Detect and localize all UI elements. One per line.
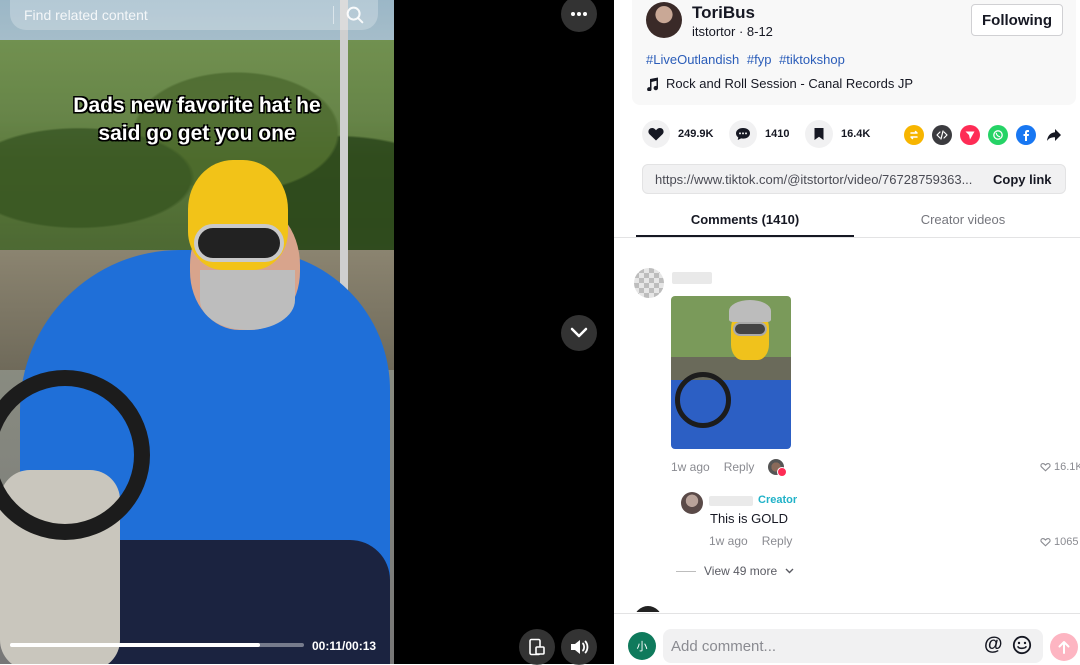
- comment-count: 1410: [765, 128, 790, 140]
- hashtag-link[interactable]: #tiktokshop: [779, 52, 845, 67]
- my-avatar: 小: [628, 632, 656, 660]
- picture-in-picture-button[interactable]: [519, 629, 555, 665]
- boat-canopy-pole: [340, 0, 348, 330]
- more-options-button[interactable]: [561, 0, 597, 32]
- minion-goggle: [733, 322, 767, 336]
- creator-avatar[interactable]: [681, 492, 703, 514]
- reply-button[interactable]: Reply: [724, 460, 755, 474]
- comment-like-button[interactable]: 16.1K: [1040, 461, 1080, 473]
- progress-fill: [10, 643, 260, 647]
- minion-steering-wheel: [675, 372, 731, 428]
- details-panel: ToriBus itstortor · 8-12 Following #Live…: [614, 0, 1080, 664]
- reply-like-count: 1065: [1054, 536, 1079, 548]
- post-comment-button[interactable]: [1050, 633, 1078, 661]
- video-player[interactable]: Find related content Dads new favorite h…: [0, 0, 394, 664]
- related-content-search[interactable]: Find related content: [10, 0, 378, 30]
- comment-tabs: Comments (1410) Creator videos: [614, 204, 1080, 238]
- author-avatar[interactable]: [646, 2, 682, 38]
- minion-goggles: [194, 224, 284, 262]
- caption-line-1: Dads new favorite hat he: [73, 94, 321, 117]
- hashtag-link[interactable]: #fyp: [747, 52, 772, 67]
- emoji-icon[interactable]: [1012, 635, 1032, 655]
- comment-image[interactable]: [671, 296, 791, 449]
- minion-helmet: [729, 300, 771, 322]
- creator-name-blurred[interactable]: [709, 496, 753, 506]
- reply-meta: 1w ago Reply: [709, 534, 792, 548]
- tab-creator-videos[interactable]: Creator videos: [854, 212, 1072, 227]
- copy-link-button[interactable]: Copy link: [993, 172, 1052, 187]
- volume-button[interactable]: [561, 629, 597, 665]
- embed-icon[interactable]: [932, 125, 952, 145]
- comment-meta: 1w ago Reply: [671, 459, 788, 477]
- video-area: Find related content Dads new favorite h…: [0, 0, 614, 665]
- creator-liked-avatar: [768, 459, 788, 477]
- comment-button[interactable]: 1410: [729, 120, 789, 148]
- reply-text: This is GOLD: [710, 511, 789, 526]
- mention-button[interactable]: @: [984, 634, 1003, 656]
- like-button[interactable]: 249.9K: [642, 120, 713, 148]
- next-video-button[interactable]: [561, 315, 597, 351]
- comment-list[interactable]: 1w ago Reply 16.1K Creator This is GOLD …: [614, 240, 1080, 612]
- action-bar: 249.9K 1410 16.4K: [642, 120, 1072, 150]
- video-timecode: 00:11/00:13: [312, 639, 377, 653]
- send-to-friends-icon[interactable]: [960, 125, 980, 145]
- commenter-name-blurred[interactable]: [672, 272, 712, 284]
- chevron-down-icon: [785, 568, 794, 574]
- save-count: 16.4K: [841, 128, 871, 140]
- heart-outline-icon: [1040, 462, 1051, 472]
- man-beard: [200, 270, 295, 330]
- heart-icon: [642, 120, 670, 148]
- video-progress-bar[interactable]: [10, 643, 304, 647]
- hashtags: #LiveOutlandish #fyp #tiktokshop: [646, 52, 849, 67]
- author-card: ToriBus itstortor · 8-12 Following #Live…: [632, 0, 1076, 105]
- whatsapp-icon[interactable]: [988, 125, 1008, 145]
- volume-icon: [571, 640, 589, 654]
- save-button[interactable]: 16.4K: [805, 120, 870, 148]
- facebook-icon[interactable]: [1016, 125, 1036, 145]
- music-note-icon: [647, 77, 658, 91]
- creator-badge: Creator: [758, 494, 798, 506]
- video-caption: Dads new favorite hat he said go get you…: [0, 92, 394, 148]
- comment-time: 1w ago: [671, 460, 710, 474]
- video-url[interactable]: https://www.tiktok.com/@itstortor/video/…: [655, 172, 975, 187]
- author-handle-date: itstortor · 8-12: [692, 24, 773, 39]
- music-title: Rock and Roll Session - Canal Records JP: [666, 76, 914, 91]
- following-button[interactable]: Following: [971, 4, 1063, 36]
- search-divider: [333, 6, 334, 24]
- author-display-name[interactable]: ToriBus: [692, 3, 755, 23]
- view-more-line: [676, 570, 696, 572]
- music-link[interactable]: Rock and Roll Session - Canal Records JP: [646, 76, 913, 91]
- view-more-replies[interactable]: View 49 more: [676, 564, 794, 578]
- comment-composer: 小 @: [614, 613, 1080, 664]
- repost-icon[interactable]: [904, 125, 924, 145]
- reply-like-button[interactable]: 1065: [1040, 536, 1078, 548]
- comment-like-count: 16.1K: [1054, 461, 1080, 473]
- next-commenter-avatar[interactable]: [634, 606, 662, 612]
- reply-time: 1w ago: [709, 534, 748, 548]
- hashtag-link[interactable]: #LiveOutlandish: [646, 52, 739, 67]
- view-more-label: View 49 more: [704, 564, 778, 578]
- search-icon[interactable]: [344, 4, 366, 26]
- active-tab-indicator: [636, 235, 854, 237]
- comment-bubble-icon: [729, 120, 757, 148]
- share-arrow-icon[interactable]: [1044, 125, 1064, 145]
- commenter-avatar-blurred[interactable]: [634, 268, 664, 298]
- caption-line-2: said go get you one: [98, 122, 296, 145]
- video-link-box: https://www.tiktok.com/@itstortor/video/…: [642, 164, 1066, 194]
- more-dots-icon: [571, 12, 587, 16]
- chevron-down-icon: [570, 327, 588, 338]
- like-count: 249.9K: [678, 128, 714, 140]
- picture-in-picture-icon: [529, 638, 545, 656]
- tab-comments[interactable]: Comments (1410): [636, 212, 854, 227]
- arrow-up-icon: [1058, 641, 1070, 654]
- heart-outline-icon: [1040, 537, 1051, 547]
- search-placeholder: Find related content: [24, 7, 148, 23]
- bookmark-icon: [805, 120, 833, 148]
- reply-reply-button[interactable]: Reply: [762, 534, 793, 548]
